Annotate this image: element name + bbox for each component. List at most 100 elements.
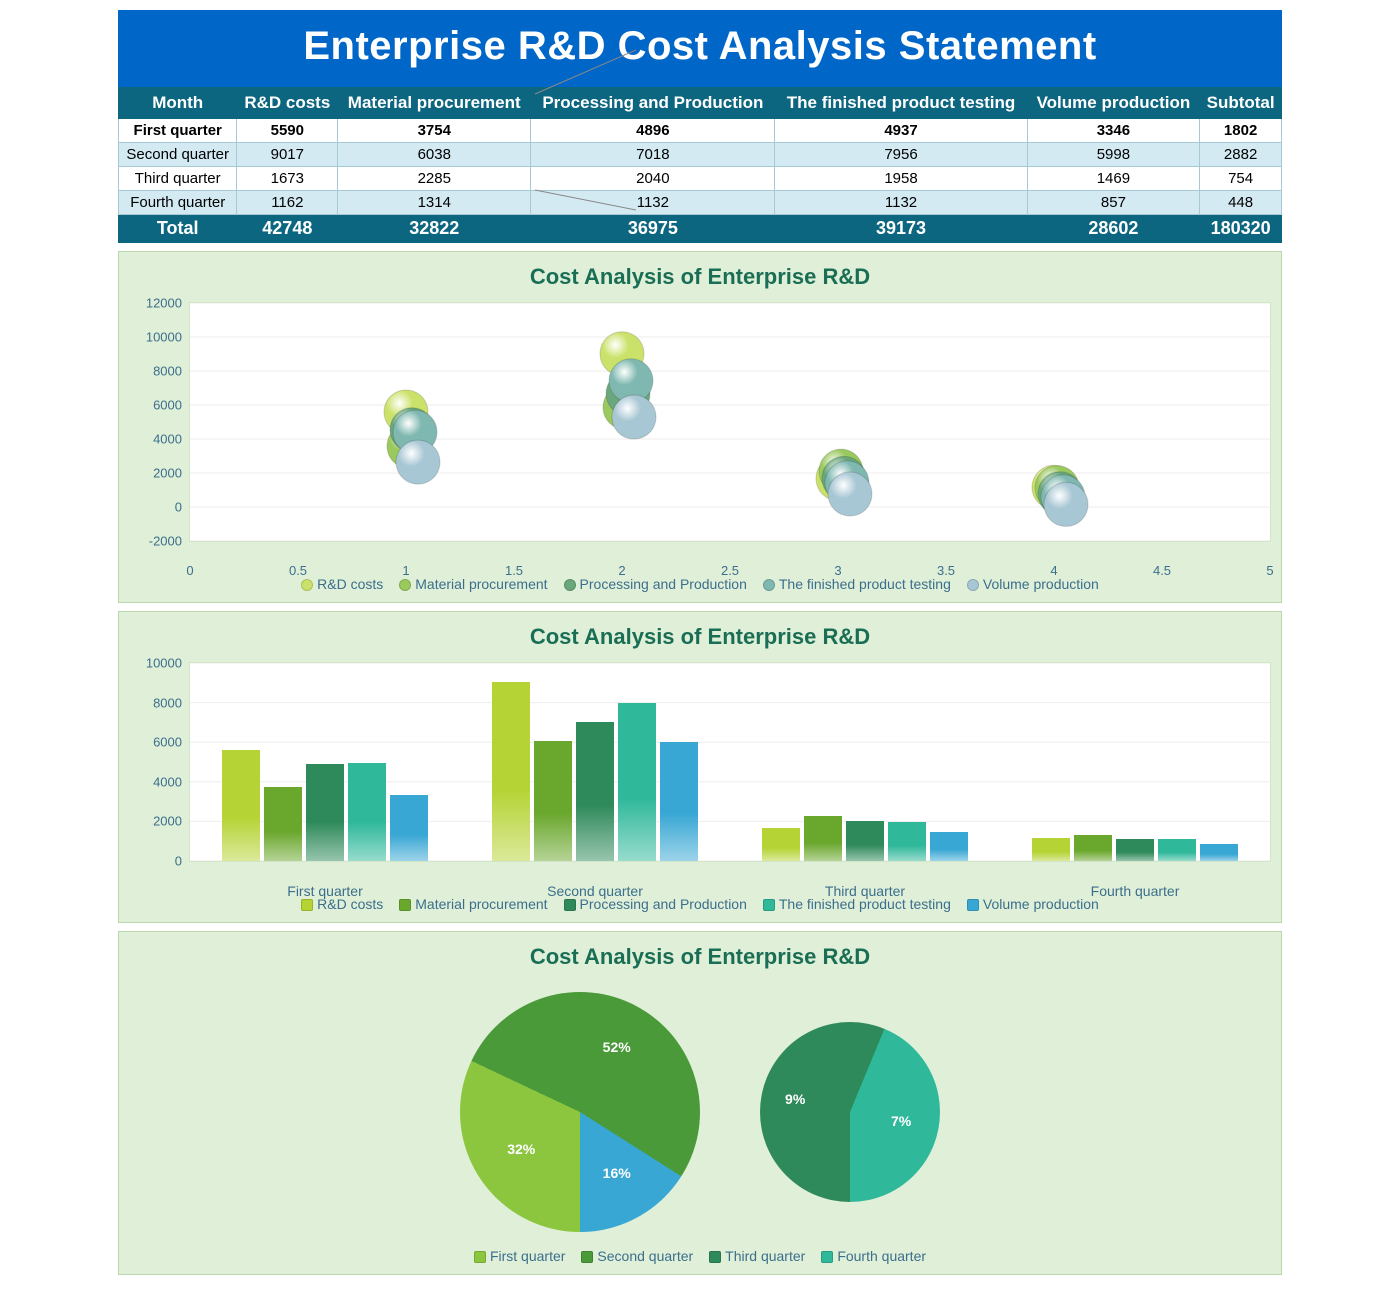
y-tick: 0 [175,854,182,869]
legend-swatch-icon [763,579,775,591]
legend-item: R&D costs [301,576,383,592]
x-category: First quarter [287,883,362,899]
cell: 448 [1200,191,1282,215]
cell: 1802 [1200,119,1282,143]
x-tick: 4 [1050,563,1057,578]
legend-swatch-icon [399,899,411,911]
bar [930,832,968,861]
bar [390,795,428,861]
x-tick: 5 [1266,563,1273,578]
cell: 754 [1200,167,1282,191]
legend-item: Material procurement [399,896,547,912]
bar-chart-panel: Cost Analysis of Enterprise R&D 02000400… [118,611,1282,923]
y-tick: 12000 [146,296,182,311]
pie-slice-label: 9% [785,1091,805,1107]
x-tick: 3 [834,563,841,578]
legend-swatch-icon [301,899,313,911]
bar [1116,839,1154,861]
x-tick: 2 [618,563,625,578]
legend-item: Processing and Production [564,576,747,592]
legend-swatch-icon [967,579,979,591]
bar [264,787,302,861]
x-tick: 1 [402,563,409,578]
bar [348,763,386,861]
pie-slice-label: 7% [891,1113,911,1129]
legend-label: Volume production [983,576,1099,592]
bubble-chart-plot: -2000020004000600080001000012000 00.511.… [189,302,1271,542]
y-tick: 0 [175,500,182,515]
legend-item: Material procurement [399,576,547,592]
x-tick: 0 [186,563,193,578]
bar [1032,838,1070,861]
y-tick: 2000 [153,466,182,481]
bar [1200,844,1238,861]
pie-chart-plot: 32%52%16% 9%7% [129,982,1271,1238]
y-tick: 8000 [153,695,182,710]
legend-label: The finished product testing [779,576,951,592]
bubble-chart-title: Cost Analysis of Enterprise R&D [129,264,1271,290]
bubble-point [396,440,440,484]
legend-label: Volume production [983,896,1099,912]
legend-item: Fourth quarter [821,1248,926,1264]
bar [576,722,614,861]
bar [618,703,656,861]
pie-slice-label: 32% [507,1141,535,1157]
y-tick: 8000 [153,364,182,379]
bar [888,822,926,861]
pie-slice-label: 52% [603,1039,631,1055]
bubble-point [1044,482,1088,526]
legend-swatch-icon [301,579,313,591]
pie-connector-line [535,50,636,94]
x-category: Second quarter [547,883,643,899]
legend-label: Fourth quarter [837,1248,926,1264]
bar [534,741,572,861]
cell: 2882 [1200,143,1282,167]
bar-group [762,816,968,861]
x-tick: 1.5 [505,563,523,578]
bar [762,828,800,861]
legend-label: Material procurement [415,576,547,592]
legend-item: Third quarter [709,1248,805,1264]
legend-swatch-icon [564,899,576,911]
bar-group [492,682,698,861]
legend-swatch-icon [967,899,979,911]
legend-label: Processing and Production [580,576,747,592]
x-category: Fourth quarter [1091,883,1180,899]
bar [222,750,260,861]
legend-swatch-icon [709,1251,721,1263]
pie-connector-line [535,190,636,210]
legend-swatch-icon [763,899,775,911]
bar-chart-title: Cost Analysis of Enterprise R&D [129,624,1271,650]
x-category: Third quarter [825,883,905,899]
x-tick: 2.5 [721,563,739,578]
pie-chart-title: Cost Analysis of Enterprise R&D [129,944,1271,970]
bar-group [222,750,428,861]
legend-label: R&D costs [317,576,383,592]
bar [846,821,884,861]
legend-label: Material procurement [415,896,547,912]
legend-item: Second quarter [581,1248,693,1264]
legend-label: First quarter [490,1248,565,1264]
bar [306,764,344,861]
legend-swatch-icon [474,1251,486,1263]
bar-chart-plot: 0200040006000800010000 First quarterSeco… [189,662,1271,862]
legend-swatch-icon [564,579,576,591]
bar-group [1032,835,1238,861]
bar [1074,835,1112,861]
table-header: Subtotal [1200,88,1282,119]
legend-item: The finished product testing [763,576,951,592]
y-tick: 4000 [153,774,182,789]
y-tick: 2000 [153,814,182,829]
x-tick: 3.5 [937,563,955,578]
legend-item: First quarter [474,1248,565,1264]
legend-swatch-icon [821,1251,833,1263]
x-tick: 4.5 [1153,563,1171,578]
y-tick: 10000 [146,656,182,671]
bar [1158,839,1196,861]
bubble-point [828,472,872,516]
y-tick: 10000 [146,330,182,345]
legend-label: Second quarter [597,1248,693,1264]
pie-chart-legend: First quarter Second quarter Third quarter… [129,1248,1271,1264]
legend-item: Volume production [967,896,1099,912]
x-tick: 0.5 [289,563,307,578]
